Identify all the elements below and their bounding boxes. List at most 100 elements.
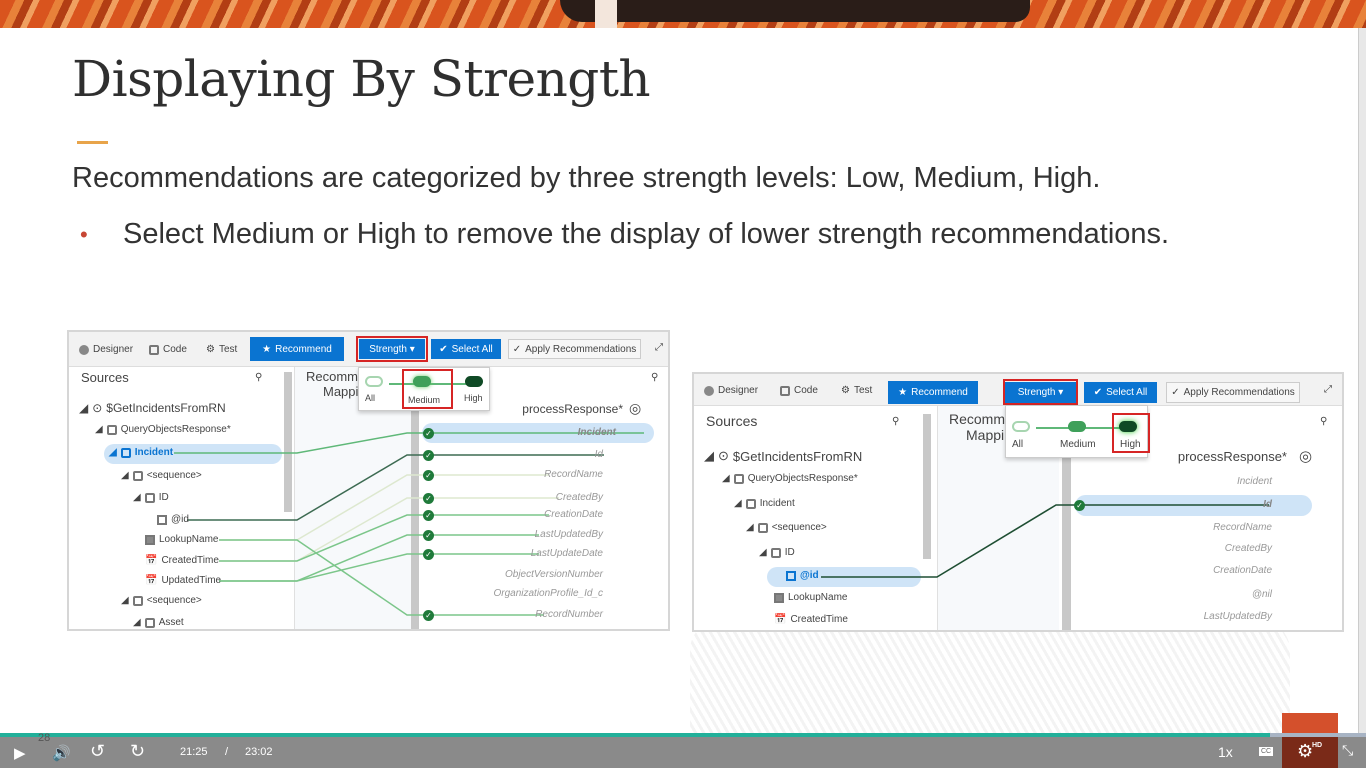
tree-label: CreatedTime [161, 555, 219, 566]
rewind-icon[interactable]: ↺ [90, 741, 105, 762]
tree-label: LookupName [159, 534, 219, 545]
tree-node[interactable]: ◢ Incident [734, 498, 795, 509]
duration: 23:02 [245, 746, 273, 758]
tree-label: <sequence> [146, 470, 202, 481]
tree-node[interactable]: @id [157, 514, 189, 525]
target-node[interactable]: Id [595, 449, 603, 460]
tree-node[interactable]: ◢ <sequence> [746, 522, 827, 533]
source-root[interactable]: ◢ ⊙ $GetIncidentsFromRN [704, 448, 862, 464]
target-node[interactable]: Incident [578, 427, 616, 438]
toggle-all[interactable] [365, 376, 383, 387]
tree-node[interactable]: ◢ <sequence> [121, 595, 202, 606]
target-root-icon: ◎ [1299, 448, 1313, 465]
tree-node[interactable]: ◢ QueryObjectsResponse* [95, 424, 231, 435]
target-root[interactable]: processResponse* [1178, 449, 1287, 464]
speed-button[interactable]: 1x [1218, 744, 1233, 760]
check-icon: ✓ [423, 450, 434, 461]
target-node[interactable]: RecordName [1213, 522, 1272, 533]
tree-node[interactable]: 📅 UpdatedTime [145, 575, 221, 586]
tree-label: @id [171, 514, 189, 525]
toggle-medium[interactable] [1068, 421, 1086, 432]
tree-label: ID [158, 492, 169, 503]
tree-node[interactable]: ◢ <sequence> [121, 470, 202, 481]
target-node[interactable]: @nil [1252, 589, 1272, 600]
source-root[interactable]: ◢ ⊙ $GetIncidentsFromRN [79, 401, 226, 415]
line-createdby [219, 497, 559, 562]
check-icon: ✓ [423, 510, 434, 521]
target-node[interactable]: CreationDate [1213, 565, 1272, 576]
tree-node[interactable]: ◢ ID [759, 547, 795, 558]
check-icon: ✓ [423, 610, 434, 621]
tree-node-selected[interactable]: @id [786, 570, 819, 581]
tree-label: $GetIncidentsFromRN [732, 448, 863, 464]
lead-text: Recommendations are categorized by three… [72, 162, 1101, 194]
tree-node[interactable]: ◢ Asset [133, 617, 184, 628]
toggle-high[interactable] [465, 376, 483, 387]
page-number: 28 [38, 732, 51, 744]
process-icon: ⊙ [92, 401, 103, 415]
current-time: 21:25 [180, 746, 208, 758]
line-recordname [219, 474, 549, 541]
tree-node[interactable]: LookupName [145, 534, 218, 545]
target-node[interactable]: OrganizationProfile_Id_c [493, 588, 603, 599]
slide-title: Displaying By Strength [72, 50, 651, 108]
line-recordnumber [219, 539, 544, 616]
target-node[interactable]: LastUpdatedBy [535, 529, 603, 540]
tree-label: QueryObjectsResponse* [747, 473, 858, 484]
exit-fullscreen-icon[interactable]: ⤡ [1342, 742, 1353, 759]
line-incident [174, 432, 644, 454]
tree-label: Incident [759, 498, 795, 509]
line-id [821, 504, 1269, 578]
tree-label: ID [784, 547, 795, 558]
calendar-icon: 📅 [774, 614, 787, 625]
option-medium[interactable]: Medium [1060, 439, 1096, 450]
tree-label: <sequence> [771, 522, 827, 533]
tree-node[interactable]: 📅 CreatedTime [145, 555, 219, 566]
decorative-banner [0, 0, 1366, 28]
tree-label: Asset [158, 617, 184, 628]
tree-node-selected[interactable]: ◢ Incident [109, 447, 173, 458]
tree-node[interactable]: ◢ QueryObjectsResponse* [722, 473, 858, 484]
target-node[interactable]: RecordName [544, 469, 603, 480]
target-node[interactable]: CreationDate [544, 509, 603, 520]
calendar-icon: 📅 [145, 555, 158, 566]
calendar-icon: 📅 [145, 575, 158, 586]
line-lastupdatedate [219, 553, 539, 582]
check-icon: ✓ [423, 549, 434, 560]
tree-node[interactable]: ◢ ID [133, 492, 169, 503]
video-player-controls: ▶ 🔊 ↺ ↻ 21:25 / 23:02 1x CC ⚙ HD ⤡ [0, 737, 1366, 768]
target-node[interactable]: Id [1263, 499, 1272, 510]
option-all[interactable]: All [365, 393, 375, 403]
tree-label: Incident [134, 447, 174, 458]
settings-gear-icon[interactable]: ⚙ [1297, 741, 1313, 762]
target-node[interactable]: LastUpdateDate [531, 548, 603, 559]
target-node[interactable]: ObjectVersionNumber [505, 569, 603, 580]
target-node[interactable]: RecordNumber [535, 609, 603, 620]
high-highlight-box [1112, 413, 1150, 453]
target-root[interactable]: processResponse* [522, 402, 623, 416]
medium-highlight-box [402, 369, 453, 409]
target-node[interactable]: CreatedBy [556, 492, 603, 503]
play-icon[interactable]: ▶ [14, 744, 26, 762]
tree-label: <sequence> [146, 595, 202, 606]
check-icon: ✓ [423, 530, 434, 541]
toggle-all[interactable] [1012, 421, 1030, 432]
tree-node[interactable]: LookupName [774, 592, 847, 603]
bullet-text: Select Medium or High to remove the disp… [123, 218, 1170, 250]
option-high[interactable]: High [464, 393, 483, 403]
screenshot-medium: Designer Code ⚙ Test ★ Recommend Strength … [67, 330, 670, 631]
check-icon: ✓ [423, 493, 434, 504]
volume-icon[interactable]: 🔊 [52, 744, 71, 762]
tree-label: UpdatedTime [161, 575, 222, 586]
forward-icon[interactable]: ↻ [130, 741, 145, 762]
target-node[interactable]: Incident [1237, 476, 1272, 487]
target-root-icon: ◎ [629, 400, 642, 416]
tree-node[interactable]: 📅 CreatedTime [774, 614, 848, 625]
target-node[interactable]: CreatedBy [1225, 543, 1272, 554]
line-id [187, 454, 604, 521]
captions-button[interactable]: CC [1259, 747, 1274, 756]
tree-label: $GetIncidentsFromRN [106, 401, 226, 415]
option-all[interactable]: All [1012, 439, 1023, 450]
bullet-marker: • [80, 222, 88, 247]
target-node[interactable]: LastUpdatedBy [1204, 611, 1272, 622]
